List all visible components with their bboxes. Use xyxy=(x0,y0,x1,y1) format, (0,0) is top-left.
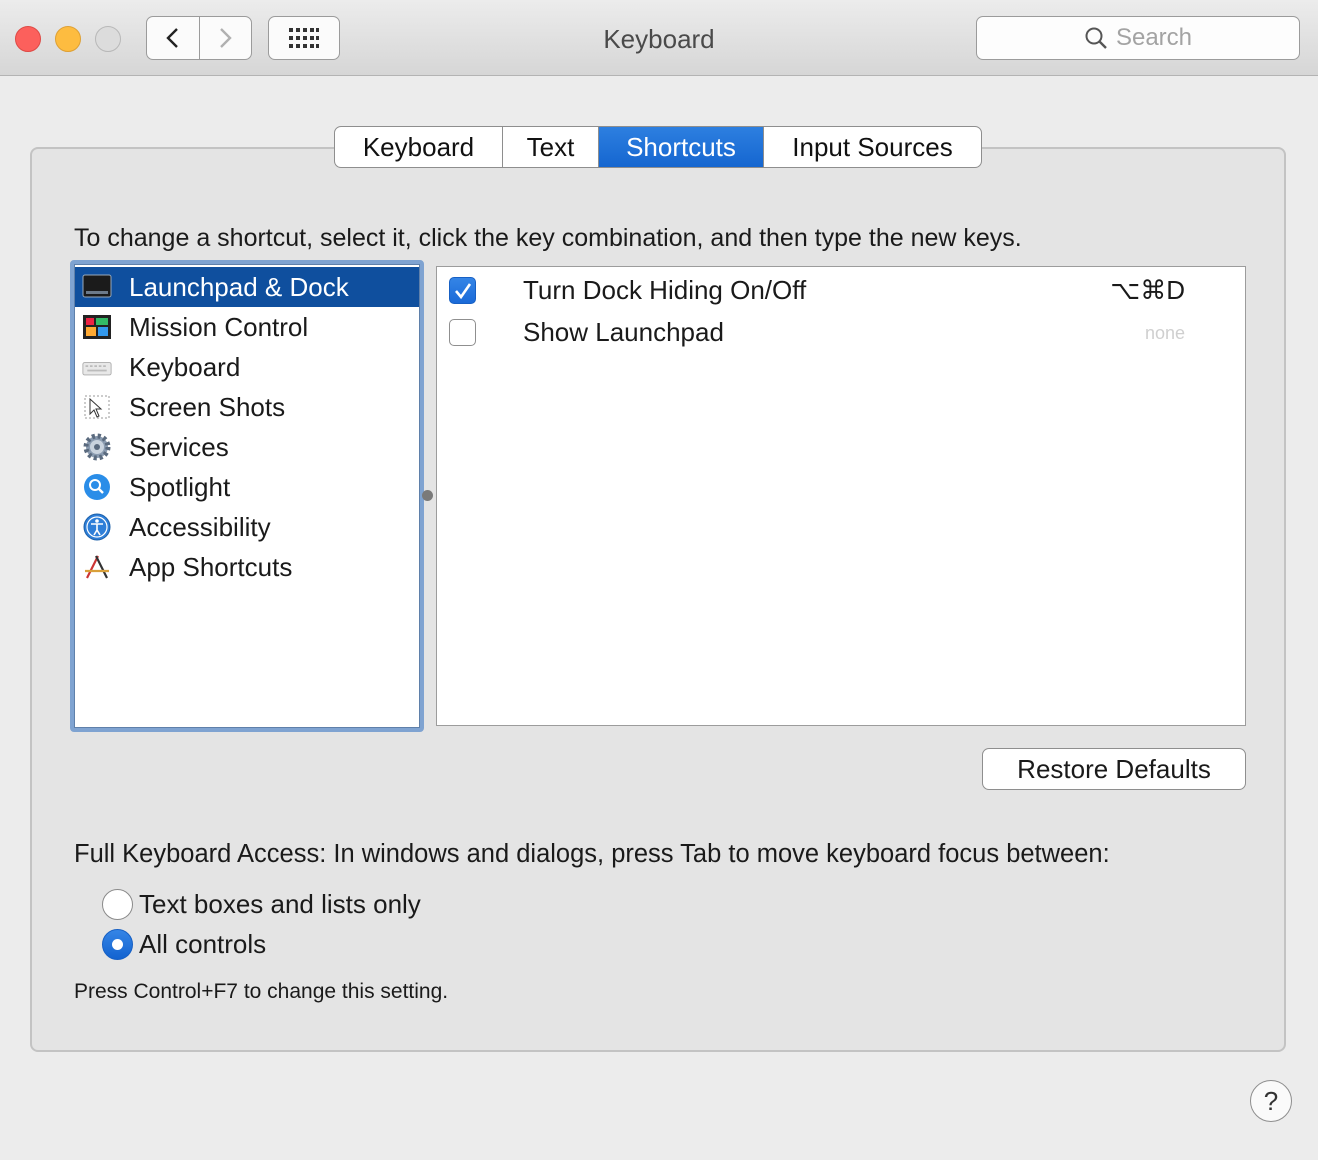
category-launchpad-dock[interactable]: Launchpad & Dock xyxy=(75,267,419,307)
radio-button[interactable] xyxy=(102,928,133,960)
category-label: App Shortcuts xyxy=(129,551,293,582)
category-label: Launchpad & Dock xyxy=(129,271,349,302)
instruction-text: To change a shortcut, select it, click t… xyxy=(74,224,1022,252)
search-placeholder: Search xyxy=(1115,24,1193,51)
category-accessibility[interactable]: Accessibility xyxy=(75,507,419,547)
tab-shortcuts[interactable]: Shortcuts xyxy=(598,127,763,167)
shortcut-key[interactable]: none xyxy=(1145,323,1185,344)
category-services[interactable]: Services xyxy=(75,427,419,467)
keyboard-icon xyxy=(81,351,113,383)
shortcuts-list: Turn Dock Hiding On/Off ⌥⌘D Show Launchp… xyxy=(436,266,1246,726)
radio-button[interactable] xyxy=(102,888,133,920)
spotlight-icon xyxy=(81,471,113,503)
mission-control-icon xyxy=(81,311,113,343)
radio-label: Text boxes and lists only xyxy=(139,888,421,919)
shortcut-checkbox[interactable] xyxy=(449,319,476,346)
full-keyboard-access-label: Full Keyboard Access: In windows and dia… xyxy=(74,840,1110,868)
category-label: Accessibility xyxy=(129,511,271,542)
tab-bar: Keyboard Text Shortcuts Input Sources xyxy=(334,126,982,168)
radio-text-boxes-only[interactable]: Text boxes and lists only xyxy=(102,888,421,920)
checkmark-icon xyxy=(454,282,471,299)
search-field[interactable]: Search xyxy=(976,16,1300,60)
category-keyboard[interactable]: Keyboard xyxy=(75,347,419,387)
screenshots-icon xyxy=(81,391,113,423)
category-label: Spotlight xyxy=(129,471,231,502)
launchpad-dock-icon xyxy=(81,271,113,303)
search-icon xyxy=(1085,27,1107,49)
shortcut-label: Show Launchpad xyxy=(523,317,724,347)
category-label: Mission Control xyxy=(129,311,309,342)
category-app-shortcuts[interactable]: App Shortcuts xyxy=(75,547,419,587)
accessibility-icon xyxy=(81,511,113,543)
help-button[interactable]: ? xyxy=(1250,1080,1292,1122)
shortcut-label: Turn Dock Hiding On/Off xyxy=(523,275,807,305)
restore-defaults-button[interactable]: Restore Defaults xyxy=(982,748,1246,790)
category-label: Screen Shots xyxy=(129,391,286,422)
category-label: Services xyxy=(129,431,229,462)
split-view-divider-handle[interactable] xyxy=(422,490,433,501)
tab-keyboard[interactable]: Keyboard xyxy=(335,127,502,167)
shortcut-key[interactable]: ⌥⌘D xyxy=(1110,275,1185,306)
keyboard-access-hint: Press Control+F7 to change this setting. xyxy=(74,980,449,1003)
title-bar: Keyboard Search xyxy=(0,0,1318,76)
category-list: Launchpad & Dock Mission Control Keyboar… xyxy=(70,260,424,732)
shortcut-row[interactable]: Turn Dock Hiding On/Off ⌥⌘D xyxy=(437,269,1245,311)
shortcut-checkbox[interactable] xyxy=(449,277,476,304)
tab-text[interactable]: Text xyxy=(502,127,598,167)
category-screen-shots[interactable]: Screen Shots xyxy=(75,387,419,427)
tab-input-sources[interactable]: Input Sources xyxy=(763,127,981,167)
app-shortcuts-icon xyxy=(81,551,113,583)
services-gear-icon xyxy=(81,431,113,463)
radio-label: All controls xyxy=(139,928,267,959)
shortcut-row[interactable]: Show Launchpad none xyxy=(437,311,1245,353)
category-label: Keyboard xyxy=(129,351,241,382)
category-mission-control[interactable]: Mission Control xyxy=(75,307,419,347)
radio-all-controls[interactable]: All controls xyxy=(102,928,266,960)
category-spotlight[interactable]: Spotlight xyxy=(75,467,419,507)
